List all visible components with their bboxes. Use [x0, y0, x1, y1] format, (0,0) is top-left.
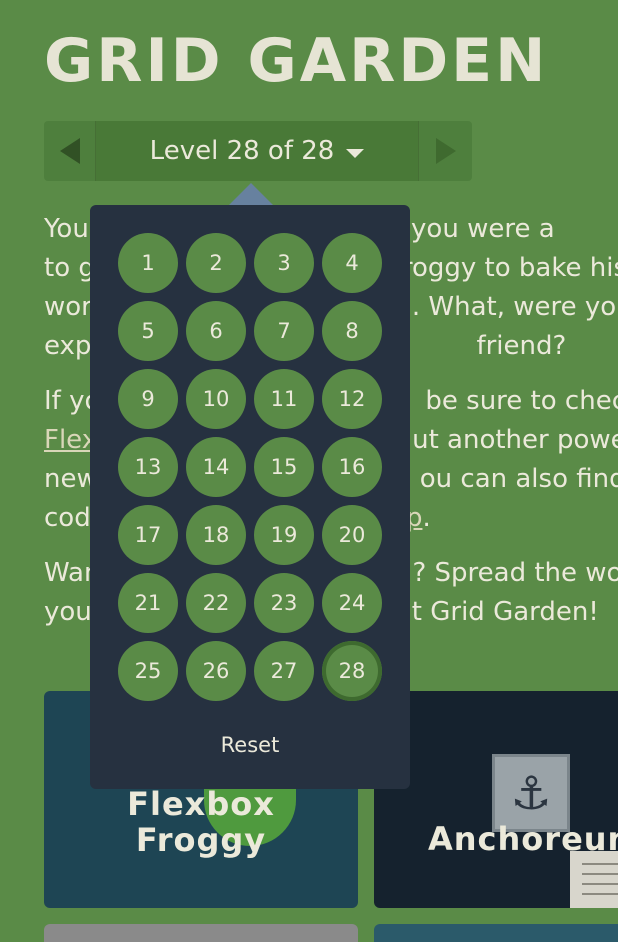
level-indicator-button[interactable]: Level 28 of 28: [96, 121, 418, 181]
level-button-19[interactable]: 19: [254, 505, 314, 565]
level-button-14[interactable]: 14: [186, 437, 246, 497]
instruction-text: be sure to check o: [425, 386, 618, 416]
level-button-11[interactable]: 11: [254, 369, 314, 429]
anchoreum-card[interactable]: ⚓ Anchoreum: [374, 691, 618, 908]
level-indicator-label: Level 28 of 28: [149, 136, 335, 166]
instruction-text: wor: [44, 292, 92, 322]
card-label-line: Froggy: [135, 821, 267, 859]
page-title: GRID GARDEN: [44, 26, 549, 96]
instruction-text: you: [44, 597, 92, 627]
level-button-5[interactable]: 5: [118, 301, 178, 361]
level-button-18[interactable]: 18: [186, 505, 246, 565]
instruction-text: exp: [44, 331, 92, 361]
level-button-7[interactable]: 7: [254, 301, 314, 361]
level-button-3[interactable]: 3: [254, 233, 314, 293]
page: GRID GARDEN Level 28 of 28 You S grid, yo…: [0, 0, 618, 942]
level-button-22[interactable]: 22: [186, 573, 246, 633]
level-button-23[interactable]: 23: [254, 573, 314, 633]
instruction-text: to g: [44, 253, 95, 283]
instruction-text: ou can also find r: [419, 464, 618, 494]
instruction-text: t Grid Garden!: [411, 597, 599, 627]
instruction-text: friend?: [476, 331, 567, 361]
reset-button[interactable]: Reset: [90, 733, 410, 757]
level-button-15[interactable]: 15: [254, 437, 314, 497]
next-level-button[interactable]: [418, 121, 472, 181]
paper-graphic: [570, 851, 618, 908]
level-button-12[interactable]: 12: [322, 369, 382, 429]
card-label-line: Flexbox: [127, 785, 275, 823]
dropdown-pointer: [228, 183, 274, 206]
instruction-text: ut another power: [412, 425, 618, 455]
instruction-text: You: [44, 214, 89, 244]
level-navigation: Level 28 of 28: [44, 121, 472, 181]
instruction-text: ? Spread the wor: [412, 558, 618, 588]
triangle-right-icon: [435, 138, 456, 164]
level-dropdown: 1 2 3 4 5 6 7 8 9 10 11 12 13 14 15 16 17 18 19 20 21 22 23 24 2…: [90, 205, 410, 789]
level-button-28[interactable]: 28: [322, 641, 382, 701]
game-card[interactable]: [374, 924, 618, 942]
previous-level-button[interactable]: [44, 121, 96, 181]
level-button-2[interactable]: 2: [186, 233, 246, 293]
level-button-21[interactable]: 21: [118, 573, 178, 633]
level-button-24[interactable]: 24: [322, 573, 382, 633]
level-button-9[interactable]: 9: [118, 369, 178, 429]
level-grid: 1 2 3 4 5 6 7 8 9 10 11 12 13 14 15 16 17 18 19 20 21 22 23 24 2…: [118, 233, 382, 701]
level-button-10[interactable]: 10: [186, 369, 246, 429]
game-card[interactable]: [44, 924, 358, 942]
instruction-text: .: [422, 503, 431, 533]
level-button-8[interactable]: 8: [322, 301, 382, 361]
level-button-4[interactable]: 4: [322, 233, 382, 293]
level-button-16[interactable]: 16: [322, 437, 382, 497]
triangle-left-icon: [59, 138, 80, 164]
instruction-text: cod: [44, 503, 91, 533]
level-button-6[interactable]: 6: [186, 301, 246, 361]
level-button-26[interactable]: 26: [186, 641, 246, 701]
caret-down-icon: [346, 148, 365, 158]
flexbox-froggy-card-label: Flexbox Froggy: [44, 786, 358, 858]
level-button-1[interactable]: 1: [118, 233, 178, 293]
level-button-25[interactable]: 25: [118, 641, 178, 701]
level-button-17[interactable]: 17: [118, 505, 178, 565]
level-button-20[interactable]: 20: [322, 505, 382, 565]
level-button-13[interactable]: 13: [118, 437, 178, 497]
level-button-27[interactable]: 27: [254, 641, 314, 701]
instruction-text: roggy to bake his: [401, 253, 618, 283]
instruction-text: . What, were you: [411, 292, 618, 322]
